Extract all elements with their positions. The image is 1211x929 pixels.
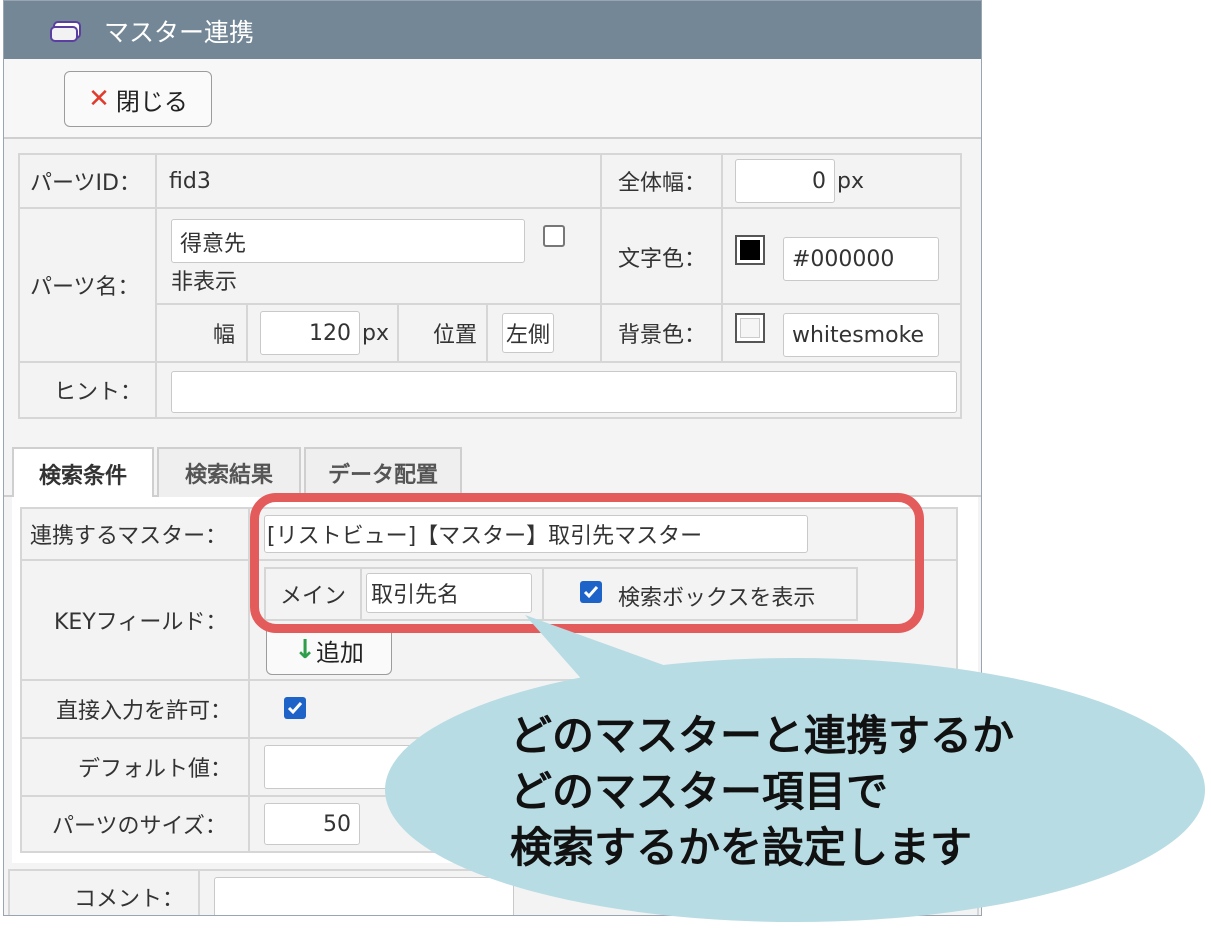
- callout-line-3: 検索するかを設定します: [510, 823, 973, 872]
- callout-line-1: どのマスターと連携するか: [510, 711, 1015, 760]
- callout-line-2: どのマスター項目で: [510, 767, 889, 816]
